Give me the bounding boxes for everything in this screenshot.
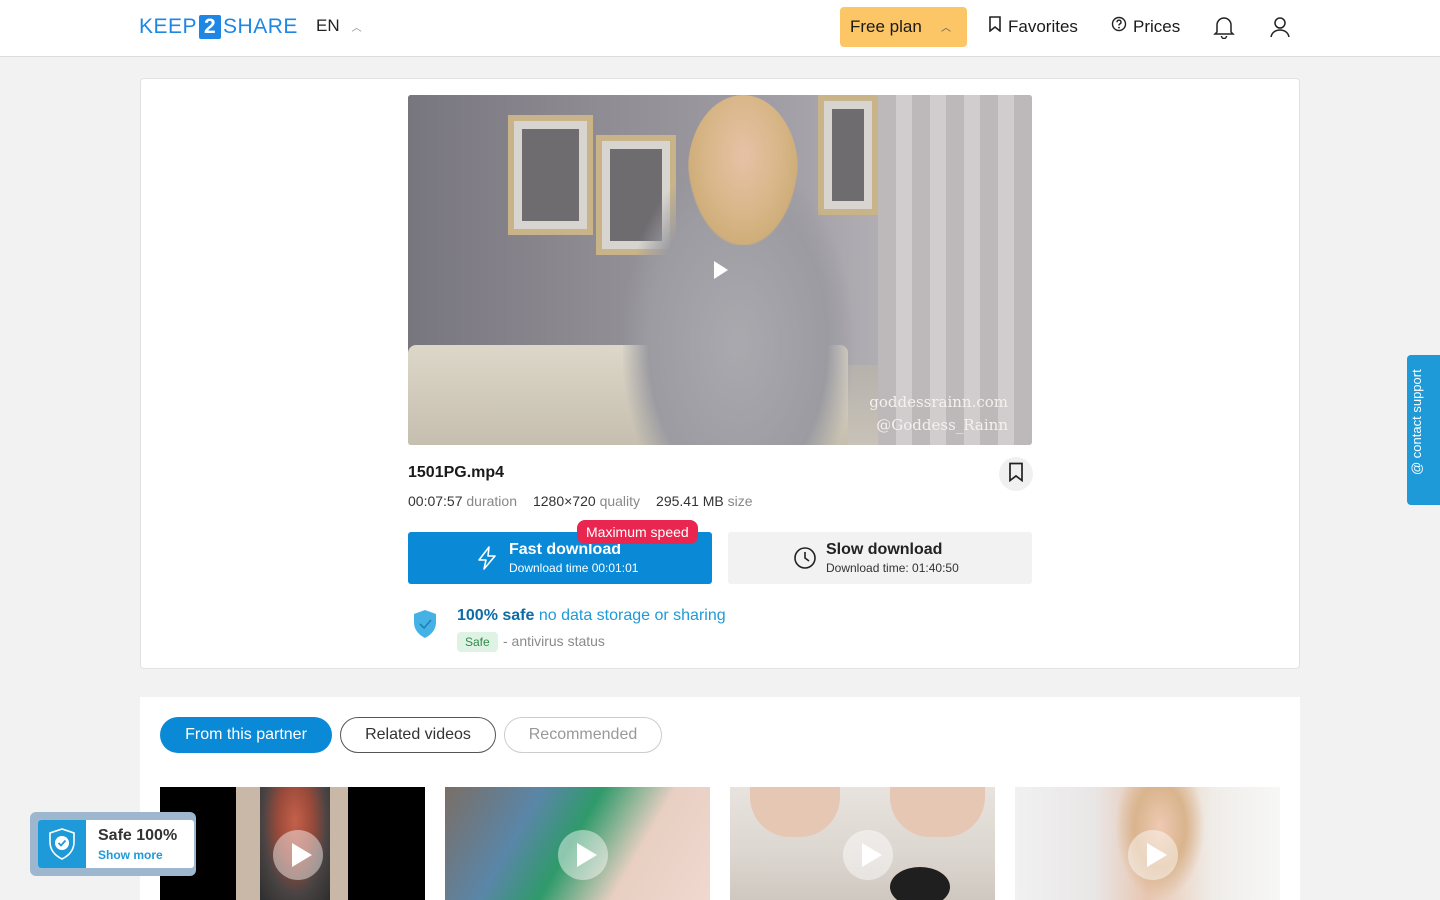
safe-widget-card: Safe 100% Show more xyxy=(38,820,194,868)
safety-rest: no data storage or sharing xyxy=(534,607,726,624)
tab-related-videos[interactable]: Related videos xyxy=(340,717,496,753)
thumbnail-image xyxy=(890,787,985,837)
shield-check-icon xyxy=(412,609,438,644)
thumbnail-image xyxy=(750,787,840,837)
favorites-link[interactable]: Favorites xyxy=(988,16,1078,37)
logo-text-2: 2 xyxy=(199,15,222,39)
safe-status-badge: Safe xyxy=(457,632,498,652)
video-subject-head xyxy=(688,95,798,245)
show-more-link[interactable]: Show more xyxy=(98,848,163,862)
watermark-line-1: goddessrainn.com xyxy=(869,393,1008,411)
fast-download-time: Download time 00:01:01 xyxy=(509,561,639,575)
safe-widget-title: Safe 100% xyxy=(98,827,178,844)
video-thumbnail[interactable] xyxy=(445,787,710,900)
keep2share-logo[interactable]: KEEP 2 SHARE xyxy=(139,14,298,40)
size-value: 295.41 MB xyxy=(656,493,724,509)
chevron-up-icon: ︿ xyxy=(351,22,362,34)
language-label: EN xyxy=(316,16,340,35)
quality-value: 1280×720 xyxy=(532,493,596,509)
top-header: KEEP 2 SHARE EN ︿ Free plan ︿ Favorites … xyxy=(0,0,1440,57)
safety-statement: 100% safe no data storage or sharing xyxy=(457,607,726,625)
tab-recommended[interactable]: Recommended xyxy=(504,717,662,753)
video-frame-decor xyxy=(508,115,593,235)
video-thumbnail[interactable] xyxy=(1015,787,1280,900)
logo-text-keep: KEEP xyxy=(139,15,198,38)
video-thumbnail[interactable] xyxy=(160,787,425,900)
play-icon[interactable] xyxy=(558,830,608,880)
prices-label: Prices xyxy=(1133,16,1181,36)
add-favorite-button[interactable] xyxy=(999,457,1033,491)
play-icon[interactable] xyxy=(843,830,893,880)
clock-icon xyxy=(793,546,817,575)
slow-download-title: Slow download xyxy=(826,541,943,558)
safe-widget[interactable]: Safe 100% Show more xyxy=(30,812,196,876)
video-thumbnail[interactable] xyxy=(730,787,995,900)
quality-info: 1280×720 quality xyxy=(533,493,640,509)
free-plan-button[interactable]: Free plan ︿ xyxy=(840,7,967,47)
size-unit: size xyxy=(727,493,753,509)
user-icon[interactable] xyxy=(1267,14,1293,40)
slow-download-button[interactable]: Slow download Download time: 01:40:50 xyxy=(728,532,1032,584)
lightning-icon xyxy=(476,546,498,575)
duration-info: 00:07:57 duration xyxy=(408,493,517,509)
tab-from-this-partner[interactable]: From this partner xyxy=(160,717,332,753)
maximum-speed-badge: Maximum speed xyxy=(577,520,698,544)
help-circle-icon xyxy=(1111,16,1127,37)
thumbnail-image xyxy=(890,867,950,900)
shield-check-icon xyxy=(38,820,86,868)
plan-label: Free plan xyxy=(850,17,922,36)
language-selector[interactable]: EN ︿ xyxy=(316,16,362,36)
play-icon[interactable] xyxy=(1128,830,1178,880)
play-icon[interactable] xyxy=(714,261,728,279)
quality-unit: quality xyxy=(599,493,641,509)
duration-unit: duration xyxy=(466,493,517,509)
contact-support-label: @ contact support xyxy=(1409,369,1424,475)
duration-value: 00:07:57 xyxy=(408,493,463,509)
prices-link[interactable]: Prices xyxy=(1111,16,1180,37)
watermark-line-2: @Goddess_Rainn xyxy=(876,416,1008,434)
slow-download-time: Download time: 01:40:50 xyxy=(826,561,959,575)
logo-text-share: SHARE xyxy=(223,15,298,38)
contact-support-tab[interactable]: @ contact support xyxy=(1407,355,1440,505)
antivirus-status-label: - antivirus status xyxy=(503,633,605,649)
bookmark-icon xyxy=(1008,462,1024,487)
bell-icon[interactable] xyxy=(1211,14,1237,40)
play-icon[interactable] xyxy=(273,830,323,880)
file-name: 1501PG.mp4 xyxy=(408,464,505,481)
safety-bold: 100% safe xyxy=(457,607,535,624)
size-info: 295.41 MB size xyxy=(656,493,753,509)
video-preview[interactable]: goddessrainn.com @Goddess_Rainn xyxy=(408,95,1032,445)
file-meta: 00:07:57 duration 1280×720 quality 295.4… xyxy=(408,493,753,509)
bookmark-icon xyxy=(988,16,1002,37)
chevron-up-icon: ︿ xyxy=(941,23,951,34)
favorites-label: Favorites xyxy=(1008,16,1078,36)
